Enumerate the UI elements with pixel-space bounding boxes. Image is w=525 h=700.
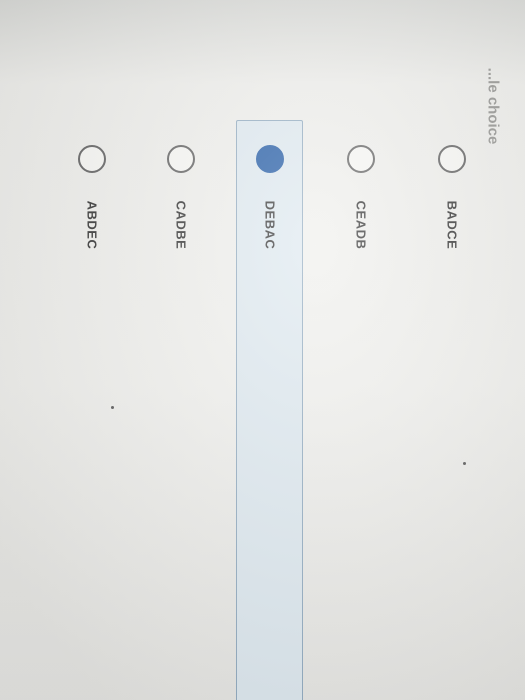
question-header: ...le choice <box>484 67 502 145</box>
radio-button[interactable] <box>438 145 466 173</box>
option-label: CADBE <box>173 200 189 250</box>
screen-speck <box>111 406 114 409</box>
answer-option-badce[interactable]: BADCE <box>438 145 466 249</box>
answer-option-cadbe[interactable]: CADBE <box>167 145 195 249</box>
answer-option-debac[interactable]: DEBAC <box>256 145 284 249</box>
radio-button[interactable] <box>78 145 106 173</box>
option-label: ABDEC <box>84 200 100 250</box>
radio-button[interactable] <box>347 145 375 173</box>
answer-option-abdec[interactable]: ABDEC <box>78 145 106 249</box>
option-label: CEADB <box>353 200 369 250</box>
option-label: BADCE <box>444 200 460 250</box>
screen-speck <box>463 462 466 465</box>
radio-button[interactable] <box>167 145 195 173</box>
option-label: DEBAC <box>262 200 278 250</box>
radio-button-selected[interactable] <box>256 145 284 173</box>
quiz-screen: ...le choice BADCE CEADB DEBAC CADBE ABD… <box>0 0 525 700</box>
answer-option-ceadb[interactable]: CEADB <box>347 145 375 249</box>
